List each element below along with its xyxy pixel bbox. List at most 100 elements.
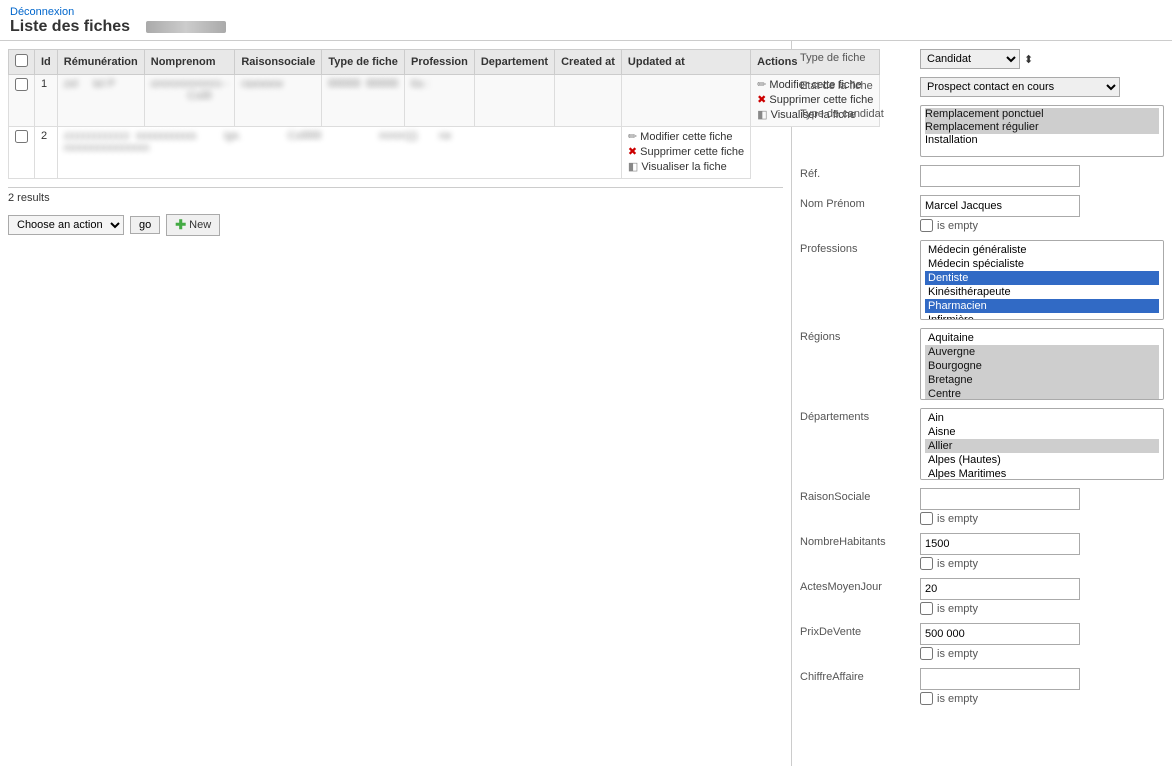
new-button[interactable]: ✚ New xyxy=(166,214,220,236)
raison-sociale-row: RaisonSociale is empty xyxy=(800,488,1164,525)
prix-is-empty-checkbox[interactable] xyxy=(920,647,933,660)
etat-fiche-select[interactable]: Prospect contact en cours xyxy=(920,77,1120,97)
plus-icon: ✚ xyxy=(175,217,186,233)
cell-blurred-2: zzzzzzzzzzzz sssssssssss ige. Collllllll… xyxy=(57,127,621,179)
regions-row: Régions Aquitaine Auvergne Bourgogne Bre… xyxy=(800,328,1164,400)
professions-row: Professions Médecin généraliste Médecin … xyxy=(800,240,1164,320)
edit-icon-1: ✏ xyxy=(757,79,766,91)
actes-moyen-jour-label: ActesMoyenJour xyxy=(800,578,920,593)
nombre-is-empty-label: is empty xyxy=(937,558,978,570)
regions-label: Régions xyxy=(800,328,920,343)
delete-icon-2: ✖ xyxy=(628,146,637,158)
choose-action-select[interactable]: Choose an action xyxy=(8,215,124,235)
prix-is-empty-label: is empty xyxy=(937,648,978,660)
col-remuneration: Rémunération xyxy=(57,50,144,75)
chiffre-affaire-label: ChiffreAffaire xyxy=(800,668,920,683)
type-candidat-row: Type de candidat Remplacement ponctuel R… xyxy=(800,105,1164,157)
type-fiche-row: Type de fiche Candidat ⬍ xyxy=(800,49,1164,69)
view-icon-2: ◧ xyxy=(628,161,638,173)
professions-label: Professions xyxy=(800,240,920,255)
col-created-at: Created at xyxy=(555,50,622,75)
col-profession: Profession xyxy=(405,50,475,75)
cell-created-at xyxy=(555,75,622,127)
cell-id: 1 xyxy=(35,75,58,127)
row-checkbox-2[interactable] xyxy=(15,130,28,143)
departements-select[interactable]: Ain Aisne Allier Alpes (Hautes) Alpes Ma… xyxy=(920,408,1164,480)
nombre-habitants-label: NombreHabitants xyxy=(800,533,920,548)
ref-row: Réf. xyxy=(800,165,1164,187)
action-bar: Choose an action go ✚ New xyxy=(8,214,783,236)
cell-profession: tta : xyxy=(405,75,475,127)
raison-is-empty-checkbox[interactable] xyxy=(920,512,933,525)
cell-remuneration: zel tel P xyxy=(57,75,144,127)
etat-fiche-row: Etat de la fiche Prospect contact en cou… xyxy=(800,77,1164,97)
select-all-checkbox[interactable] xyxy=(15,54,28,67)
etat-fiche-label: Etat de la fiche xyxy=(800,77,920,92)
chiffre-affaire-row: ChiffreAffaire is empty xyxy=(800,668,1164,705)
view-link-2[interactable]: ◧ Visualiser la fiche xyxy=(628,160,744,173)
nom-prenom-row: Nom Prénom is empty xyxy=(800,195,1164,232)
cell-id-2: 2 xyxy=(35,127,58,179)
raison-sociale-input[interactable] xyxy=(920,488,1080,510)
professions-select[interactable]: Médecin généraliste Médecin spécialiste … xyxy=(920,240,1164,320)
col-id: Id xyxy=(35,50,58,75)
raison-is-empty-label: is empty xyxy=(937,513,978,525)
deconnexion-link[interactable]: Déconnexion xyxy=(10,6,74,18)
row-checkbox-1[interactable] xyxy=(15,78,28,91)
prix-de-vente-row: PrixDeVente is empty xyxy=(800,623,1164,660)
results-bar: 2 results xyxy=(8,187,783,204)
ref-label: Réf. xyxy=(800,165,920,180)
edit-link-2[interactable]: ✏ Modifier cette fiche xyxy=(628,130,744,143)
nom-prenom-label: Nom Prénom xyxy=(800,195,920,210)
nom-prenom-is-empty-label: is empty xyxy=(937,220,978,232)
departements-label: Départements xyxy=(800,408,920,423)
cell-type-fiche: lllllllllllll lllllllllllll xyxy=(322,75,405,127)
new-label: New xyxy=(189,219,211,231)
actes-moyen-jour-row: ActesMoyenJour is empty xyxy=(800,578,1164,615)
regions-select[interactable]: Aquitaine Auvergne Bourgogne Bretagne Ce… xyxy=(920,328,1164,400)
delete-icon-1: ✖ xyxy=(757,94,766,106)
actes-is-empty-label: is empty xyxy=(937,603,978,615)
table-row: 1 zel tel P ommmmmmro - Coilll rawwww xyxy=(9,75,880,127)
cell-actions-2: ✏ Modifier cette fiche ✖ Supprimer cette… xyxy=(621,127,750,179)
prix-de-vente-input[interactable] xyxy=(920,623,1080,645)
right-panel: Type de fiche Candidat ⬍ Etat de la fich… xyxy=(792,41,1172,766)
chiffre-affaire-input[interactable] xyxy=(920,668,1080,690)
departements-row: Départements Ain Aisne Allier Alpes (Hau… xyxy=(800,408,1164,480)
cell-nomprenom: ommmmmmro - Coilll xyxy=(144,75,235,127)
go-button[interactable]: go xyxy=(130,216,160,234)
chiffre-is-empty-checkbox[interactable] xyxy=(920,692,933,705)
raison-sociale-label: RaisonSociale xyxy=(800,488,920,503)
cell-raisonsociale: rawwww xyxy=(235,75,322,127)
results-table: Id Rémunération Nomprenom Raisonsociale … xyxy=(8,49,880,179)
type-fiche-label: Type de fiche xyxy=(800,49,920,64)
view-icon-1: ◧ xyxy=(757,109,767,121)
type-candidat-select[interactable]: Remplacement ponctuel Remplacement régul… xyxy=(920,105,1164,157)
edit-icon-2: ✏ xyxy=(628,131,637,143)
col-type-fiche: Type de fiche xyxy=(322,50,405,75)
nombre-habitants-input[interactable] xyxy=(920,533,1080,555)
results-count: 2 results xyxy=(8,192,50,204)
delete-link-2[interactable]: ✖ Supprimer cette fiche xyxy=(628,145,744,158)
title-decoration xyxy=(146,21,226,33)
page-title: Liste des fiches xyxy=(10,18,130,36)
col-nomprenom: Nomprenom xyxy=(144,50,235,75)
nombre-habitants-row: NombreHabitants is empty xyxy=(800,533,1164,570)
actes-moyen-jour-input[interactable] xyxy=(920,578,1080,600)
chiffre-is-empty-label: is empty xyxy=(937,693,978,705)
ref-input[interactable] xyxy=(920,165,1080,187)
type-fiche-select[interactable]: Candidat xyxy=(920,49,1020,69)
col-departement: Departement xyxy=(474,50,554,75)
prix-de-vente-label: PrixDeVente xyxy=(800,623,920,638)
type-candidat-label: Type de candidat xyxy=(800,105,920,120)
cell-updated-at xyxy=(621,75,750,127)
cell-departement xyxy=(474,75,554,127)
table-row: 2 zzzzzzzzzzzz sssssssssss ige. Collllll… xyxy=(9,127,880,179)
nom-prenom-input[interactable] xyxy=(920,195,1080,217)
type-fiche-arrow-icon: ⬍ xyxy=(1024,53,1033,66)
nom-prenom-is-empty-checkbox[interactable] xyxy=(920,219,933,232)
nombre-is-empty-checkbox[interactable] xyxy=(920,557,933,570)
col-raisonsociale: Raisonsociale xyxy=(235,50,322,75)
col-updated-at: Updated at xyxy=(621,50,750,75)
actes-is-empty-checkbox[interactable] xyxy=(920,602,933,615)
